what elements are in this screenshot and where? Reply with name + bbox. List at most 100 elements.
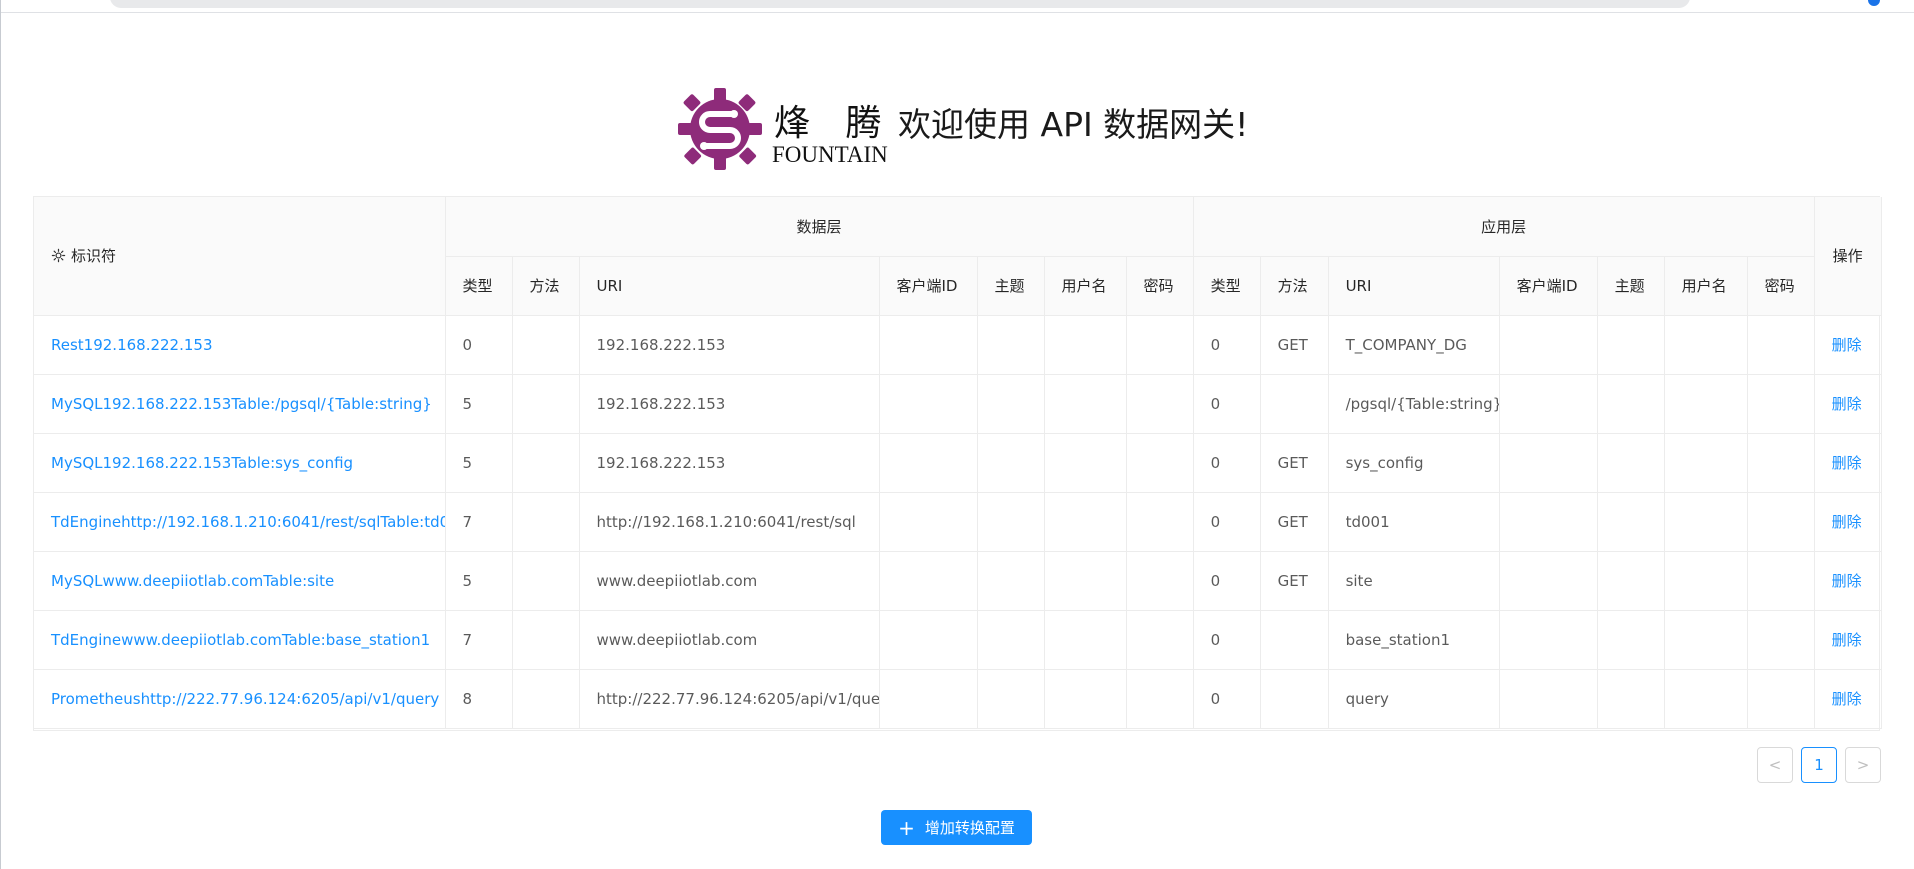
cell-app-password — [1747, 492, 1815, 552]
cell-data-password — [1126, 492, 1194, 552]
delete-link[interactable]: 删除 — [1814, 433, 1882, 493]
cell-data-client-id — [879, 492, 978, 552]
delete-link[interactable]: 删除 — [1814, 610, 1882, 670]
profile-icon[interactable] — [1868, 0, 1880, 6]
cell-app-client-id — [1499, 669, 1598, 729]
cell-data-uri: http://222.77.96.124:6205/api/v1/query — [579, 669, 880, 729]
page-title: 欢迎使用 API 数据网关! — [898, 105, 1249, 144]
cell-data-method — [512, 551, 580, 611]
cell-data-client-id — [879, 551, 978, 611]
pagination-page-1[interactable]: 1 — [1801, 747, 1837, 783]
cell-data-username — [1044, 492, 1127, 552]
cell-app-topic — [1597, 669, 1665, 729]
delete-link[interactable]: 删除 — [1814, 551, 1882, 611]
cell-data-password — [1126, 374, 1194, 434]
cell-app-password — [1747, 610, 1815, 670]
browser-toolbar — [0, 0, 1914, 13]
config-table: 标识符 数据层 应用层 操作 类型 方法 URI 客户端ID 主题 用户名 密码… — [33, 196, 1882, 731]
gear-icon — [51, 249, 66, 263]
cell-data-client-id — [879, 374, 978, 434]
cell-identifier[interactable]: Rest192.168.222.153 — [34, 315, 446, 375]
cell-app-password — [1747, 669, 1815, 729]
table-row: MySQLwww.deepiiotlab.comTable:site 5 www.d… — [34, 551, 1882, 611]
add-config-button-label: 增加转换配置 — [924, 819, 1015, 837]
delete-link[interactable]: 删除 — [1814, 669, 1882, 729]
delete-link[interactable]: 删除 — [1814, 315, 1882, 375]
cell-data-client-id — [879, 669, 978, 729]
cell-data-topic — [977, 669, 1045, 729]
delete-link[interactable]: 删除 — [1814, 492, 1882, 552]
cell-identifier[interactable]: TdEnginehttp://192.168.1.210:6041/rest/s… — [34, 492, 446, 552]
cell-app-uri: query — [1328, 669, 1500, 729]
delete-link[interactable]: 删除 — [1814, 374, 1882, 434]
cell-data-method — [512, 669, 580, 729]
page-header: 烽 腾 FOUNTAIN 欢迎使用 API 数据网关! — [676, 86, 1248, 172]
pagination-next-button[interactable]: > — [1845, 747, 1881, 783]
identifier-header-label: 标识符 — [71, 247, 117, 266]
cell-data-password — [1126, 433, 1194, 493]
cell-app-password — [1747, 315, 1815, 375]
cell-data-type: 7 — [445, 492, 513, 552]
cell-app-type: 0 — [1193, 610, 1261, 670]
page: 烽 腾 FOUNTAIN 欢迎使用 API 数据网关! 标识符 数据层 应用层 … — [0, 0, 1914, 869]
cell-app-method — [1260, 374, 1329, 434]
cell-app-client-id — [1499, 315, 1598, 375]
cell-identifier[interactable]: MySQLwww.deepiiotlab.comTable:site — [34, 551, 446, 611]
table-row: Prometheushttp://222.77.96.124:6205/api/… — [34, 669, 1882, 729]
cell-data-client-id — [879, 315, 978, 375]
cell-app-uri: td001 — [1328, 492, 1500, 552]
cell-app-topic — [1597, 492, 1665, 552]
cell-data-type: 8 — [445, 669, 513, 729]
cell-app-type: 0 — [1193, 374, 1261, 434]
column-header-data-password: 密码 — [1126, 256, 1194, 316]
cell-app-username — [1664, 669, 1748, 729]
cell-app-uri: /pgsql/{Table:string} — [1328, 374, 1500, 434]
cell-data-type: 7 — [445, 610, 513, 670]
cell-app-topic — [1597, 315, 1665, 375]
cell-identifier[interactable]: Prometheushttp://222.77.96.124:6205/api/… — [34, 669, 446, 729]
window-edge — [0, 0, 1, 869]
cell-app-username — [1664, 610, 1748, 670]
cell-app-uri: sys_config — [1328, 433, 1500, 493]
cell-app-password — [1747, 551, 1815, 611]
cell-app-type: 0 — [1193, 315, 1261, 375]
cell-app-client-id — [1499, 374, 1598, 434]
cell-data-uri: http://192.168.1.210:6041/rest/sql — [579, 492, 880, 552]
cell-app-topic — [1597, 610, 1665, 670]
column-header-app-username: 用户名 — [1664, 256, 1748, 316]
pagination-prev-button[interactable]: < — [1757, 747, 1793, 783]
column-header-data-client-id: 客户端ID — [879, 256, 978, 316]
cell-data-topic — [977, 610, 1045, 670]
cell-data-client-id — [879, 610, 978, 670]
column-header-app-method: 方法 — [1260, 256, 1329, 316]
fountain-logo-icon — [678, 88, 762, 170]
column-header-data-uri: URI — [579, 256, 880, 316]
cell-app-type: 0 — [1193, 492, 1261, 552]
cell-app-topic — [1597, 374, 1665, 434]
cell-data-method — [512, 374, 580, 434]
add-config-button[interactable]: + 增加转换配置 — [881, 810, 1032, 845]
cell-identifier[interactable]: MySQL192.168.222.153Table:sys_config — [34, 433, 446, 493]
cell-data-topic — [977, 315, 1045, 375]
column-header-app-topic: 主题 — [1597, 256, 1665, 316]
cell-app-client-id — [1499, 551, 1598, 611]
cell-data-password — [1126, 669, 1194, 729]
cell-data-topic — [977, 492, 1045, 552]
column-header-app-client-id: 客户端ID — [1499, 256, 1598, 316]
cell-identifier[interactable]: MySQL192.168.222.153Table:/pgsql/{Table:… — [34, 374, 446, 434]
column-header-data-type: 类型 — [445, 256, 513, 316]
cell-app-username — [1664, 551, 1748, 611]
cell-identifier[interactable]: TdEnginewww.deepiiotlab.comTable:base_st… — [34, 610, 446, 670]
cell-app-username — [1664, 315, 1748, 375]
cell-data-type: 0 — [445, 315, 513, 375]
table-row: Rest192.168.222.153 0 192.168.222.153 0 GET T… — [34, 315, 1882, 375]
cell-app-password — [1747, 374, 1815, 434]
cell-app-uri: site — [1328, 551, 1500, 611]
cell-data-username — [1044, 315, 1127, 375]
table-body: Rest192.168.222.153 0 192.168.222.153 0 GET T… — [34, 315, 1882, 729]
address-bar[interactable] — [110, 0, 1690, 8]
cell-data-topic — [977, 551, 1045, 611]
cell-data-uri: 192.168.222.153 — [579, 433, 880, 493]
cell-data-client-id — [879, 433, 978, 493]
cell-data-topic — [977, 374, 1045, 434]
